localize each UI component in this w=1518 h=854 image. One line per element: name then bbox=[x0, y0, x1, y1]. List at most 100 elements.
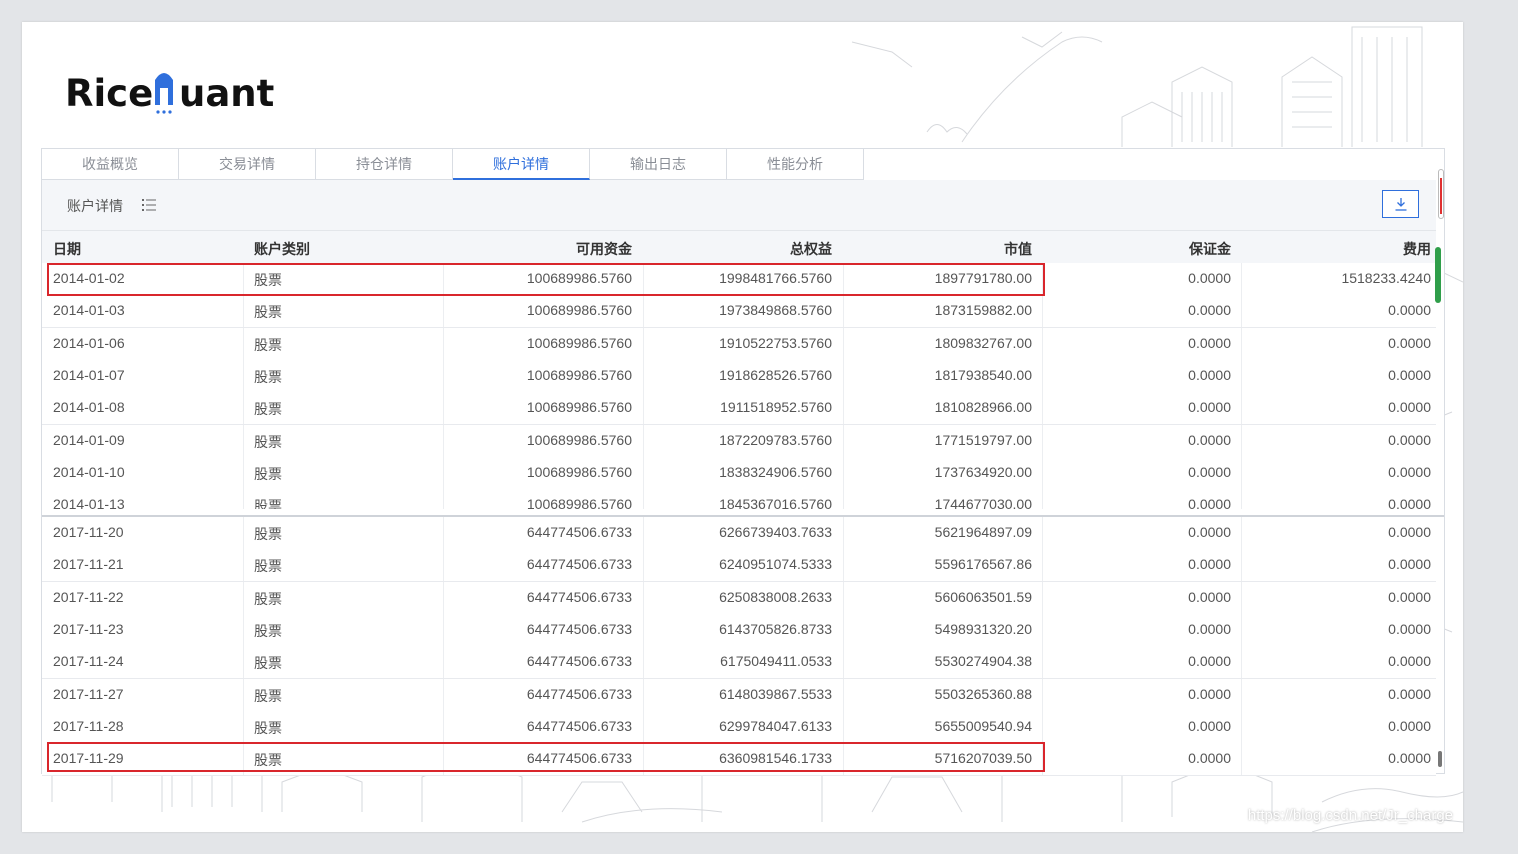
column-divider bbox=[443, 359, 444, 392]
header-date[interactable]: 日期 bbox=[53, 239, 81, 259]
column-divider bbox=[1042, 456, 1043, 489]
table-row[interactable]: 2017-11-28 股票 644774506.6733 6299784047.613… bbox=[42, 710, 1436, 744]
table-header: 日期 账户类别 可用资金 总权益 市值 保证金 费用 bbox=[42, 231, 1436, 264]
panel-scrollbar[interactable] bbox=[1438, 169, 1444, 219]
table-row[interactable]: 2017-11-27 股票 644774506.6733 6148039867.553… bbox=[42, 678, 1436, 712]
cell-fee: 1518233.4240 bbox=[1341, 270, 1431, 286]
column-divider bbox=[443, 456, 444, 489]
highlight-last-row bbox=[47, 742, 1045, 772]
cell-available-cash: 100689986.5760 bbox=[526, 399, 632, 416]
table-scrollbar-bottom[interactable] bbox=[1438, 751, 1442, 767]
cell-date: 2017-11-20 bbox=[53, 524, 124, 540]
cell-fee: 0.0000 bbox=[1388, 685, 1431, 702]
cell-account-type: 股票 bbox=[254, 498, 282, 510]
cell-margin: 0.0000 bbox=[1188, 270, 1231, 286]
cell-account-type: 股票 bbox=[254, 622, 282, 639]
column-divider bbox=[843, 424, 844, 457]
cell-market-value: 5530274904.38 bbox=[934, 653, 1032, 670]
cell-available-cash: 100689986.5760 bbox=[526, 366, 632, 383]
cell-account-type: 股票 bbox=[254, 433, 282, 450]
header-account-type[interactable]: 账户类别 bbox=[254, 239, 310, 259]
cell-account-type: 股票 bbox=[254, 590, 282, 607]
table-row[interactable]: 2014-01-09 股票 100689986.5760 1872209783.576… bbox=[42, 424, 1436, 458]
cell-total-equity: 1911518952.5760 bbox=[720, 399, 832, 416]
column-divider bbox=[1241, 424, 1242, 457]
header-available-cash[interactable]: 可用资金 bbox=[576, 239, 632, 259]
column-divider bbox=[843, 678, 844, 711]
cell-margin: 0.0000 bbox=[1188, 302, 1231, 319]
table-row[interactable]: 2014-01-03 股票 100689986.5760 1973849868.576… bbox=[42, 295, 1436, 329]
cell-market-value: 5621964897.09 bbox=[934, 524, 1032, 540]
cell-date: 2017-11-24 bbox=[53, 653, 124, 670]
table-row[interactable]: 2017-11-24 股票 644774506.6733 6175049411.053… bbox=[42, 646, 1436, 680]
table-row[interactable]: 2014-01-06 股票 100689986.5760 1910522753.576… bbox=[42, 327, 1436, 361]
tab-return-overview[interactable]: 收益概览 bbox=[42, 149, 179, 180]
cell-margin: 0.0000 bbox=[1188, 620, 1231, 637]
column-divider bbox=[243, 295, 244, 328]
column-divider bbox=[1042, 424, 1043, 457]
cell-margin: 0.0000 bbox=[1188, 463, 1231, 480]
cell-fee: 0.0000 bbox=[1388, 620, 1431, 637]
cell-market-value: 5498931320.20 bbox=[934, 620, 1032, 637]
table-row[interactable]: 2014-01-10 股票 100689986.5760 1838324906.576… bbox=[42, 456, 1436, 490]
tab-trade-details[interactable]: 交易详情 bbox=[179, 149, 316, 180]
header-total-equity[interactable]: 总权益 bbox=[790, 239, 832, 259]
cell-margin: 0.0000 bbox=[1188, 399, 1231, 416]
column-divider bbox=[643, 424, 644, 457]
header-margin[interactable]: 保证金 bbox=[1189, 239, 1231, 259]
table-row[interactable]: 2014-01-08 股票 100689986.5760 1911518952.576… bbox=[42, 392, 1436, 426]
table-row[interactable]: 2017-11-22 股票 644774506.6733 6250838008.263… bbox=[42, 581, 1436, 615]
column-divider bbox=[443, 710, 444, 743]
cell-market-value: 1873159882.00 bbox=[934, 302, 1032, 319]
cell-available-cash: 644774506.6733 bbox=[526, 717, 632, 734]
column-divider bbox=[643, 710, 644, 743]
tab-position-details[interactable]: 持仓详情 bbox=[316, 149, 453, 180]
column-divider bbox=[1042, 295, 1043, 328]
cell-fee: 0.0000 bbox=[1388, 750, 1431, 767]
cell-date: 2014-01-03 bbox=[53, 302, 125, 319]
cell-market-value: 1744677030.00 bbox=[934, 496, 1032, 510]
table-row[interactable]: 2014-01-07 股票 100689986.5760 1918628526.576… bbox=[42, 359, 1436, 393]
cell-fee: 0.0000 bbox=[1388, 653, 1431, 670]
cell-fee: 0.0000 bbox=[1388, 463, 1431, 480]
cell-date: 2017-11-28 bbox=[53, 717, 124, 734]
cell-available-cash: 644774506.6733 bbox=[526, 524, 632, 540]
cell-total-equity: 1973849868.5760 bbox=[719, 302, 832, 319]
cell-market-value: 1737634920.00 bbox=[934, 463, 1032, 480]
column-divider bbox=[1042, 646, 1043, 679]
column-divider bbox=[643, 327, 644, 360]
column-divider bbox=[1042, 678, 1043, 711]
cell-market-value: 5596176567.86 bbox=[934, 556, 1032, 573]
download-button[interactable] bbox=[1382, 190, 1419, 218]
column-divider bbox=[643, 489, 644, 510]
table-row[interactable]: 2017-11-21 股票 644774506.6733 6240951074.533… bbox=[42, 549, 1436, 583]
cell-market-value: 1817938540.00 bbox=[934, 366, 1032, 383]
tab-performance-analysis[interactable]: 性能分析 bbox=[727, 149, 864, 180]
csdn-watermark: https://blog.csdn.net/Jr_charge bbox=[1247, 807, 1453, 824]
table-row[interactable]: 2017-11-23 股票 644774506.6733 6143705826.873… bbox=[42, 613, 1436, 647]
cell-total-equity: 1910522753.5760 bbox=[719, 334, 832, 351]
column-divider bbox=[1042, 517, 1043, 549]
cell-available-cash: 100689986.5760 bbox=[526, 334, 632, 351]
header-fee[interactable]: 费用 bbox=[1403, 239, 1431, 259]
cell-margin: 0.0000 bbox=[1188, 556, 1231, 573]
table-scrollbar-thumb[interactable] bbox=[1435, 247, 1441, 303]
cell-margin: 0.0000 bbox=[1188, 653, 1231, 670]
column-divider bbox=[243, 646, 244, 679]
header-market-value[interactable]: 市值 bbox=[1004, 239, 1032, 259]
table-row[interactable]: 2017-11-20 股票 644774506.6733 6266739403.763… bbox=[42, 517, 1436, 550]
cell-available-cash: 100689986.5760 bbox=[526, 302, 632, 319]
list-icon[interactable] bbox=[142, 198, 156, 212]
column-divider bbox=[1241, 710, 1242, 743]
cell-market-value: 5655009540.94 bbox=[934, 717, 1032, 734]
cell-margin: 0.0000 bbox=[1188, 334, 1231, 351]
column-divider bbox=[1241, 295, 1242, 328]
tab-output-log[interactable]: 输出日志 bbox=[590, 149, 727, 180]
cell-account-type: 股票 bbox=[254, 526, 282, 542]
cell-account-type: 股票 bbox=[254, 368, 282, 385]
tab-account-details[interactable]: 账户详情 bbox=[453, 149, 590, 180]
column-divider bbox=[243, 392, 244, 425]
panel-scrollbar-thumb[interactable] bbox=[1440, 178, 1442, 214]
cell-available-cash: 644774506.6733 bbox=[526, 556, 632, 573]
table-row[interactable]: 2014-01-13 股票 100689986.5760 1845367016.576… bbox=[42, 489, 1436, 510]
